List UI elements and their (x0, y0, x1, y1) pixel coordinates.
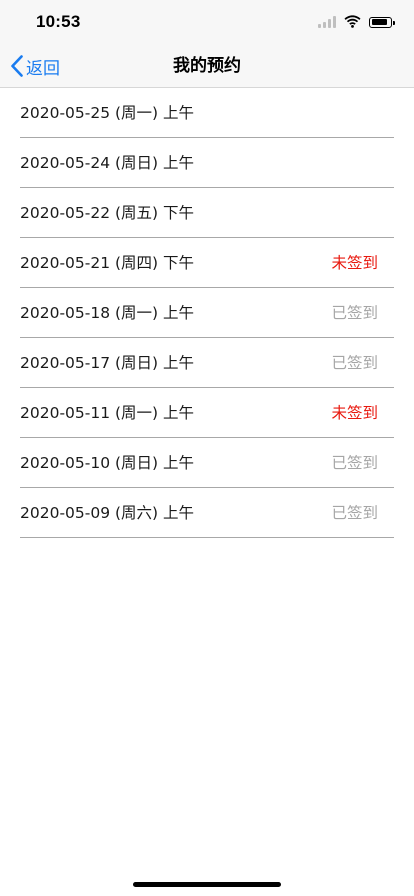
appointment-date: 2020-05-10 (周日) 上午 (20, 454, 195, 472)
status-icons (318, 13, 395, 32)
checkin-status: 已签到 (331, 454, 378, 472)
list-item[interactable]: 2020-05-22 (周五) 下午 (20, 188, 394, 238)
checkin-status: 未签到 (331, 404, 378, 422)
list-item[interactable]: 2020-05-10 (周日) 上午 已签到 (20, 438, 394, 488)
list-item[interactable]: 2020-05-25 (周一) 上午 (20, 88, 394, 138)
battery-fill (371, 19, 387, 25)
appointment-date: 2020-05-11 (周一) 上午 (20, 404, 195, 422)
list-item[interactable]: 2020-05-21 (周四) 下午 未签到 (20, 238, 394, 288)
appointment-date: 2020-05-17 (周日) 上午 (20, 354, 195, 372)
appointment-date: 2020-05-09 (周六) 上午 (20, 504, 195, 522)
checkin-status: 已签到 (331, 354, 378, 372)
cellular-signal-icon (318, 16, 336, 28)
status-time: 10:53 (36, 12, 81, 31)
checkin-status: 已签到 (331, 304, 378, 322)
appointment-date: 2020-05-25 (周一) 上午 (20, 104, 195, 122)
page-title: 我的预约 (173, 56, 241, 76)
home-indicator[interactable] (133, 882, 281, 887)
back-button[interactable]: 返回 (10, 44, 60, 88)
appointment-date: 2020-05-18 (周一) 上午 (20, 304, 195, 322)
appointment-list: 2020-05-25 (周一) 上午 2020-05-24 (周日) 上午 2020… (0, 88, 414, 538)
list-item[interactable]: 2020-05-18 (周一) 上午 已签到 (20, 288, 394, 338)
back-label: 返回 (26, 58, 60, 79)
battery-icon (369, 16, 395, 28)
appointment-date: 2020-05-24 (周日) 上午 (20, 154, 195, 172)
checkin-status: 已签到 (331, 504, 378, 522)
list-item[interactable]: 2020-05-17 (周日) 上午 已签到 (20, 338, 394, 388)
wifi-icon (344, 13, 361, 32)
appointment-date: 2020-05-22 (周五) 下午 (20, 204, 195, 222)
list-item[interactable]: 2020-05-24 (周日) 上午 (20, 138, 394, 188)
status-bar: 10:53 (0, 0, 414, 44)
navigation-bar: 我的预约 返回 (0, 44, 414, 88)
appointment-date: 2020-05-21 (周四) 下午 (20, 254, 195, 272)
list-item[interactable]: 2020-05-09 (周六) 上午 已签到 (20, 488, 394, 538)
screen: 10:53 我的预约 返回 2020-05-25 (周一) 上午 2020-05… (0, 0, 414, 896)
chevron-left-icon (10, 55, 24, 77)
list-item[interactable]: 2020-05-11 (周一) 上午 未签到 (20, 388, 394, 438)
checkin-status: 未签到 (331, 254, 378, 272)
